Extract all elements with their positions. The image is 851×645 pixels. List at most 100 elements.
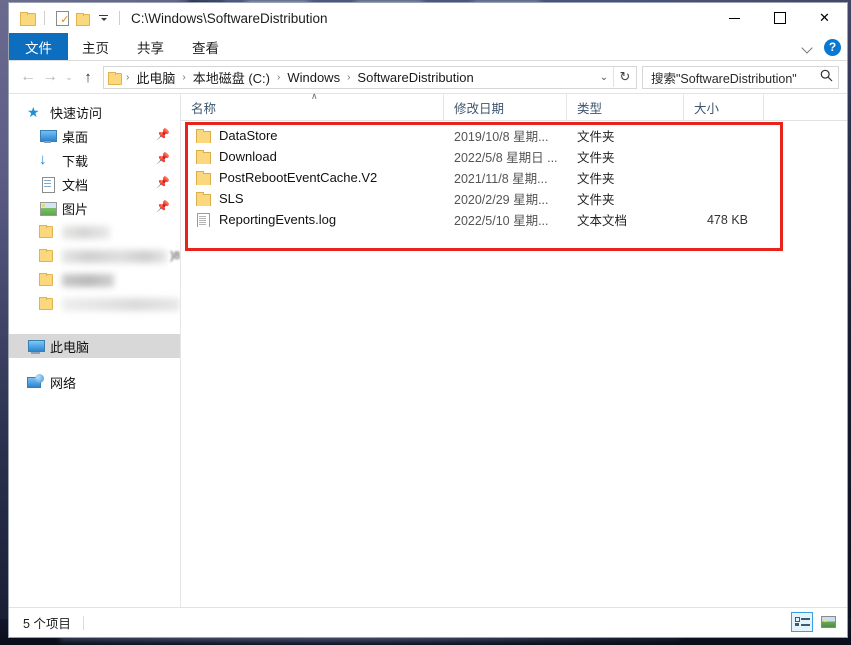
search-input[interactable]: 搜索"SoftwareDistribution" <box>651 68 818 87</box>
table-row[interactable]: SLS 2020/2/29 星期... 文件夹 <box>181 188 847 209</box>
sidebar-gap <box>9 316 180 334</box>
window-controls: ✕ <box>712 3 847 33</box>
sidebar-item-label: 桌面 <box>62 127 88 146</box>
breadcrumb-item-this-pc[interactable]: 此电脑 <box>134 68 177 87</box>
item-count-label: 5 个项目 <box>23 613 71 632</box>
sidebar-item-pictures[interactable]: 图片 📌 <box>9 196 180 220</box>
minimize-button[interactable] <box>712 3 757 33</box>
file-explorer-window: ✓ C:\Windows\SoftwareDistribution ✕ 文件 主… <box>8 2 848 638</box>
sidebar-item-desktop[interactable]: 桌面 📌 <box>9 124 180 148</box>
text-file-icon <box>195 213 211 227</box>
ribbon-tab-bar: 文件 主页 共享 查看 ? <box>9 33 847 61</box>
file-name-cell[interactable]: Download <box>181 149 444 164</box>
file-type-cell: 文本文档 <box>567 210 684 229</box>
file-date-cell: 2021/11/8 星期... <box>444 168 567 187</box>
sidebar-item-label-redacted <box>62 274 114 287</box>
sidebar-item-this-pc[interactable]: 此电脑 <box>9 334 180 358</box>
network-icon <box>27 374 44 390</box>
tab-share[interactable]: 共享 <box>123 33 178 60</box>
tab-file[interactable]: 文件 <box>9 33 68 60</box>
sidebar-item-label-redacted <box>62 298 180 311</box>
recent-locations-button[interactable]: ⌄ <box>61 65 77 89</box>
tab-home[interactable]: 主页 <box>68 33 123 60</box>
navigation-pane: ★ 快速访问 桌面 📌 ↓ 下载 📌 文档 📌 <box>9 94 181 607</box>
back-button[interactable]: ← <box>17 65 39 89</box>
window-title-path: C:\Windows\SoftwareDistribution <box>131 11 328 26</box>
table-row[interactable]: PostRebootEventCache.V2 2021/11/8 星期... … <box>181 167 847 188</box>
sidebar-item-redacted-1[interactable] <box>9 220 180 244</box>
sidebar-item-label: 快速访问 <box>50 103 102 122</box>
file-date-cell: 2020/2/29 星期... <box>444 189 567 208</box>
pin-icon: 📌 <box>156 201 168 214</box>
folder-icon <box>39 248 56 264</box>
file-list-pane: ∧ 名称 修改日期 类型 大小 DataStore 2019/10/8 星期..… <box>181 94 847 607</box>
folder-icon <box>195 129 211 143</box>
qat-divider-2 <box>119 11 120 25</box>
search-icon[interactable] <box>818 69 834 85</box>
sidebar-item-label-redacted <box>62 226 110 239</box>
breadcrumb-item-softwaredistribution[interactable]: SoftwareDistribution <box>355 70 475 85</box>
qat-divider-1 <box>44 11 45 25</box>
table-row[interactable]: DataStore 2019/10/8 星期... 文件夹 <box>181 125 847 146</box>
file-type-cell: 文件夹 <box>567 168 684 187</box>
file-name-cell[interactable]: DataStore <box>181 128 444 143</box>
properties-icon[interactable]: ✓ <box>52 8 72 28</box>
breadcrumb-item-local-disk[interactable]: 本地磁盘 (C:) <box>191 68 272 87</box>
large-icons-view-button[interactable] <box>817 612 839 632</box>
help-icon[interactable]: ? <box>824 39 841 56</box>
file-name-cell[interactable]: ReportingEvents.log <box>181 212 444 227</box>
sidebar-item-downloads[interactable]: ↓ 下载 📌 <box>9 148 180 172</box>
sidebar-item-label: 文档 <box>62 175 88 194</box>
address-bar-row: ← → ⌄ ↑ › 此电脑 › 本地磁盘 (C:) › Windows › So… <box>9 61 847 93</box>
breadcrumb: › 此电脑 › 本地磁盘 (C:) › Windows › SoftwareDi… <box>121 68 595 87</box>
large-icons-view-icon <box>821 616 836 628</box>
sidebar-item-network[interactable]: 网络 <box>9 370 180 394</box>
file-name-cell[interactable]: SLS <box>181 191 444 206</box>
address-bar[interactable]: › 此电脑 › 本地磁盘 (C:) › Windows › SoftwareDi… <box>103 66 637 89</box>
refresh-icon[interactable]: ↻ <box>614 69 636 85</box>
column-header-filler <box>764 94 847 120</box>
search-box[interactable]: 搜索"SoftwareDistribution" <box>642 66 839 89</box>
breadcrumb-item-windows[interactable]: Windows <box>285 70 342 85</box>
folder-icon <box>195 171 211 185</box>
details-view-button[interactable] <box>791 612 813 632</box>
file-name-label: DataStore <box>219 128 278 143</box>
sidebar-item-redacted-4[interactable] <box>9 292 180 316</box>
column-header-date-modified[interactable]: 修改日期 <box>444 94 567 120</box>
documents-icon <box>39 176 56 192</box>
column-header-type[interactable]: 类型 <box>567 94 684 120</box>
status-bar: 5 个项目 <box>9 607 847 637</box>
sidebar-item-redacted-2[interactable]: )8 <box>9 244 180 268</box>
sidebar-item-documents[interactable]: 文档 📌 <box>9 172 180 196</box>
column-header-size[interactable]: 大小 <box>684 94 764 120</box>
folder-icon <box>195 192 211 206</box>
folder-icon <box>39 224 56 240</box>
file-type-cell: 文件夹 <box>567 126 684 145</box>
file-type-cell: 文件夹 <box>567 189 684 208</box>
desktop-icon <box>39 128 56 144</box>
forward-button[interactable]: → <box>39 65 61 89</box>
customize-qat-caret-icon[interactable] <box>92 8 112 28</box>
tab-view[interactable]: 查看 <box>178 33 233 60</box>
close-button[interactable]: ✕ <box>802 3 847 33</box>
folder-icon[interactable] <box>17 8 37 28</box>
sidebar-item-label: 网络 <box>50 373 76 392</box>
address-dropdown-icon[interactable]: ⌄ <box>595 72 613 83</box>
explorer-body: ★ 快速访问 桌面 📌 ↓ 下载 📌 文档 📌 <box>9 93 847 607</box>
sidebar-item-quick-access[interactable]: ★ 快速访问 <box>9 100 180 124</box>
file-name-cell[interactable]: PostRebootEventCache.V2 <box>181 170 444 185</box>
maximize-button[interactable] <box>757 3 802 33</box>
file-date-cell: 2022/5/8 星期日 ... <box>444 147 567 166</box>
table-row[interactable]: ReportingEvents.log 2022/5/10 星期... 文本文档… <box>181 209 847 230</box>
sidebar-item-redacted-3[interactable] <box>9 268 180 292</box>
new-folder-icon[interactable] <box>72 8 92 28</box>
sidebar-item-label-tail: )8 <box>170 250 180 262</box>
file-type-cell: 文件夹 <box>567 147 684 166</box>
folder-icon <box>39 296 56 312</box>
address-folder-icon <box>108 72 121 83</box>
up-button[interactable]: ↑ <box>77 65 99 89</box>
table-row[interactable]: Download 2022/5/8 星期日 ... 文件夹 <box>181 146 847 167</box>
chevron-down-icon[interactable] <box>802 41 814 53</box>
folder-icon <box>39 272 56 288</box>
this-pc-icon <box>27 338 44 354</box>
